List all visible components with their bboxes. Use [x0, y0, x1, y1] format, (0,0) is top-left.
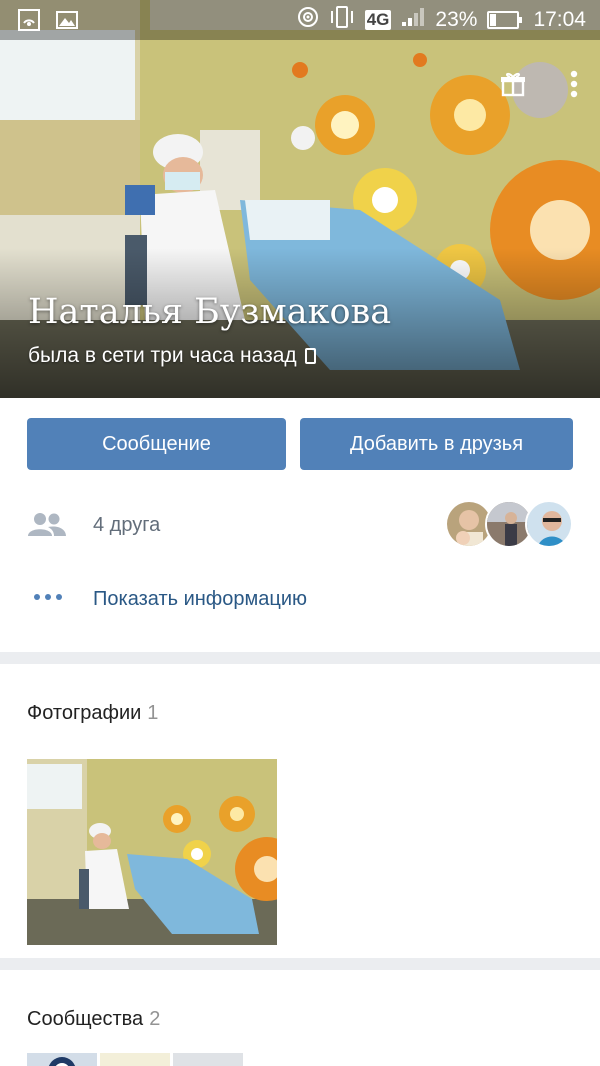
communities-section: Сообщества 2: [0, 970, 600, 1066]
community-thumbnail[interactable]: [27, 1053, 97, 1066]
community-thumbnail[interactable]: [173, 1053, 243, 1066]
friends-count: 4 друга: [93, 514, 161, 536]
gallery-icon: [56, 9, 78, 36]
communities-title: Сообщества: [27, 1008, 144, 1030]
battery-icon: [487, 11, 523, 29]
clock: 17:04: [533, 8, 586, 31]
friends-icon: [28, 512, 66, 543]
battery-percent: 23%: [435, 8, 478, 31]
more-vertical-icon[interactable]: [570, 70, 578, 103]
profile-screen: 4G 23% 17:04 Наталья Бузмакова была в се…: [0, 0, 600, 1066]
profile-name: Наталья Бузмакова: [28, 292, 392, 332]
status-bar: 4G 23% 17:04: [0, 0, 600, 40]
show-info-link[interactable]: Показать информацию: [93, 588, 307, 611]
photo-thumbnail[interactable]: [27, 759, 277, 945]
community-thumbnail[interactable]: [100, 1053, 170, 1066]
profile-actions-card: Сообщение Добавить в друзья 4 друга Пока…: [0, 398, 600, 652]
vibrate-icon: [329, 6, 355, 34]
photos-section: Фотографии 1: [0, 664, 600, 958]
show-info-row[interactable]: Показать информацию: [0, 584, 600, 624]
friend-avatars[interactable]: [445, 500, 573, 548]
photos-header[interactable]: Фотографии 1: [27, 702, 158, 725]
friends-row[interactable]: 4 друга: [0, 500, 600, 552]
avatar[interactable]: [525, 500, 573, 548]
phone-icon: [304, 348, 316, 364]
photos-title: Фотографии: [27, 702, 142, 724]
hotspot-icon: [297, 6, 319, 34]
online-status: была в сети три часа назад: [28, 344, 316, 368]
online-status-text: была в сети три часа назад: [28, 344, 297, 367]
cover-photo: 4G 23% 17:04 Наталья Бузмакова была в се…: [0, 0, 600, 398]
communities-count: 2: [149, 1008, 161, 1030]
gift-icon[interactable]: [500, 71, 526, 102]
signal-icon: [401, 7, 425, 33]
message-button[interactable]: Сообщение: [27, 418, 286, 470]
add-friend-button[interactable]: Добавить в друзья: [300, 418, 573, 470]
communities-header[interactable]: Сообщества 2: [27, 1008, 160, 1031]
hotspot-icon: [18, 9, 40, 36]
photos-count: 1: [147, 702, 159, 724]
dots-icon: [34, 594, 62, 600]
community-thumbnails: [27, 1053, 243, 1066]
network-type: 4G: [364, 10, 392, 30]
